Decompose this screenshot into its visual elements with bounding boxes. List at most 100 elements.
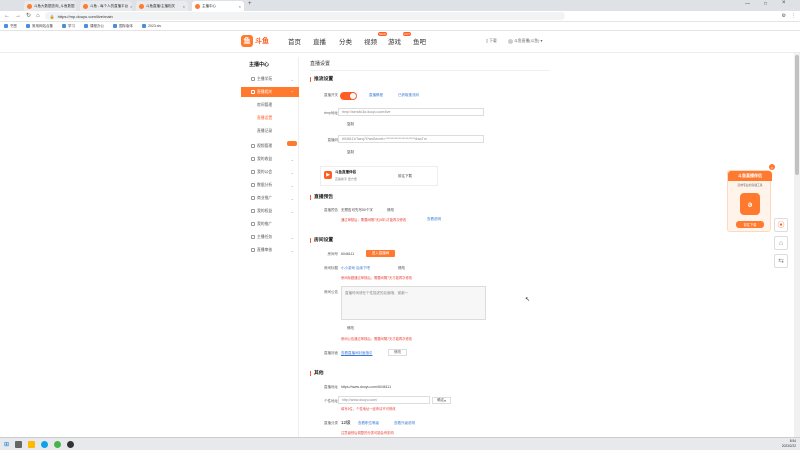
cover-edit-button[interactable]: 修改 bbox=[388, 349, 407, 356]
sidebar-item-guild[interactable]: 我的公会 ⌄ bbox=[241, 167, 299, 177]
maximize-icon[interactable]: □ bbox=[764, 1, 767, 7]
menu-icon[interactable]: ⋮ bbox=[791, 13, 796, 19]
bookmark-item[interactable]: 书签 bbox=[4, 24, 17, 29]
cover-guide-link[interactable]: 查看直播间封面指引 bbox=[341, 351, 373, 356]
site-logo[interactable]: 鱼 斗鱼 bbox=[241, 34, 273, 48]
check-icon bbox=[251, 248, 255, 252]
live-toggle[interactable] bbox=[340, 92, 357, 100]
live-float-icon[interactable]: ⦿ bbox=[774, 218, 788, 232]
chevron-down-icon: ▾ bbox=[540, 39, 543, 43]
nav-game[interactable]: 游戏 HOT bbox=[388, 32, 411, 46]
stream-code-label: 直播码 bbox=[327, 138, 339, 142]
companion-download-button[interactable]: 前往下载 bbox=[398, 174, 412, 179]
sidebar-item-academy[interactable]: 主播学苑 ⌄ bbox=[241, 74, 299, 84]
chat-app-icon[interactable] bbox=[54, 440, 62, 448]
toggle-knob bbox=[350, 93, 356, 99]
nav-home[interactable]: 首页 bbox=[288, 36, 301, 46]
mouse-cursor-icon: ↖ bbox=[525, 297, 531, 303]
notice-rule-link[interactable]: 查看说明 bbox=[427, 217, 441, 222]
taskbar: ⊞ 8:54 2023/2/22 bbox=[0, 437, 800, 450]
browser-tab-active[interactable]: 主播中心 × bbox=[192, 1, 244, 11]
address-bar[interactable]: 🔒 https://mp.douyu.com/live/main bbox=[44, 12, 565, 20]
custom-address-input[interactable]: http://www.douyu.com/ bbox=[338, 396, 430, 404]
companion-ad-banner[interactable]: 斗鱼直播伴侣 高效专业的直播工具 ǝ 前往下载 bbox=[727, 170, 772, 232]
bookmark-item[interactable]: 2023.xls bbox=[142, 24, 161, 28]
logo-text: 斗鱼 bbox=[255, 38, 269, 45]
stream-code-field[interactable]: 6046111rTaeq7t?wsSecret=****************… bbox=[338, 135, 484, 143]
browser-tab-bar: 斗鱼大数据查询_斗鱼数据× 斗鱼 - 每个人的直播平台× 斗鱼直播/主播相关× … bbox=[0, 0, 800, 11]
user-menu[interactable]: 斗鱼直播(斗鱼) ▾ bbox=[508, 38, 542, 44]
home-icon[interactable]: ⌂ bbox=[36, 13, 40, 19]
media-app-icon[interactable] bbox=[67, 440, 75, 448]
sidebar-item-promotion[interactable]: 商业推广 ⌄ bbox=[241, 193, 299, 203]
nav-category[interactable]: 分类 bbox=[339, 36, 352, 46]
bookmark-item[interactable]: 学习 bbox=[62, 24, 75, 29]
room-title-edit-button[interactable]: 修改 bbox=[398, 266, 405, 271]
custom-address-confirm-button[interactable]: 确定 ▾ bbox=[432, 397, 451, 404]
bookmark-item[interactable]: 课程办公 bbox=[84, 24, 104, 29]
sidebar-item-my-promo[interactable]: 我的推广 bbox=[241, 219, 299, 229]
windows-start-icon[interactable]: ⊞ bbox=[4, 441, 9, 448]
folder-icon bbox=[113, 24, 117, 28]
bookmark-item[interactable]: 常用网站合集 bbox=[26, 24, 53, 29]
browser-tab[interactable]: 斗鱼 - 每个人的直播平台 × bbox=[80, 1, 132, 11]
room-notice-edit-button[interactable]: 修改 bbox=[347, 326, 354, 331]
extensions-icon[interactable]: ⚙ bbox=[782, 13, 786, 19]
get-stream-code-link[interactable]: 已获取推流码 bbox=[398, 93, 419, 98]
sidebar-item-review[interactable]: 直播审核 ⌄ bbox=[241, 245, 299, 255]
sidebar-sub-room[interactable]: 房间管理 bbox=[257, 103, 272, 108]
section-notice-heading: 直播预告 bbox=[310, 195, 333, 200]
search-icon[interactable] bbox=[15, 440, 23, 448]
window-close-icon[interactable]: × bbox=[782, 0, 786, 6]
chevron-down-icon: ⌄ bbox=[290, 182, 294, 188]
close-icon[interactable]: × bbox=[183, 4, 185, 9]
sidebar-item-rights[interactable]: 我的权益 ⌄ bbox=[241, 206, 299, 216]
sidebar-sub-live-settings[interactable]: 直播设置 bbox=[257, 116, 272, 121]
rtmp-field[interactable]: rtmp://sendtc3a.douyu.com/live bbox=[338, 108, 484, 116]
nav-live[interactable]: 直播 bbox=[313, 36, 326, 46]
ad-close-icon[interactable]: × bbox=[769, 164, 775, 170]
companion-subtitle: 直播助手 更方便 bbox=[335, 177, 357, 181]
close-icon[interactable]: × bbox=[130, 4, 132, 9]
home-float-icon[interactable]: ⌂ bbox=[774, 236, 788, 250]
copy-code-button[interactable]: 复制 bbox=[347, 150, 354, 155]
shield-icon bbox=[251, 209, 255, 213]
room-title-label: 房间标题 bbox=[324, 266, 338, 270]
ad-download-button[interactable]: 前往下载 bbox=[736, 221, 764, 228]
sidebar-item-tasks[interactable]: 主播任务 ⌄ bbox=[241, 232, 299, 242]
forward-icon[interactable]: → bbox=[15, 13, 21, 19]
bookmark-item[interactable]: 国际版本 bbox=[113, 24, 133, 29]
enter-room-button[interactable]: 进入直播间 bbox=[366, 250, 395, 257]
room-notice-warning: 房间公告通过审核后，需要间隔7天才能再次修改 bbox=[341, 337, 413, 341]
nav-video[interactable]: 视频 NEW bbox=[364, 32, 387, 46]
new-tab-icon[interactable]: + bbox=[248, 1, 252, 7]
cover-label: 直播封面 bbox=[324, 351, 338, 355]
browser-tab[interactable]: 斗鱼直播/主播相关 × bbox=[136, 1, 188, 11]
minimize-icon[interactable]: — bbox=[745, 1, 750, 7]
browser-icon[interactable] bbox=[41, 440, 49, 448]
nav-fishbar[interactable]: 鱼吧 bbox=[413, 36, 426, 46]
back-icon[interactable]: ← bbox=[4, 13, 10, 19]
browser-tab[interactable]: 斗鱼大数据查询_斗鱼数据× bbox=[24, 1, 76, 11]
ad-subtitle: 高效专业的直播工具 bbox=[737, 183, 763, 187]
download-link[interactable]: ▯ 下载 bbox=[486, 38, 497, 44]
system-tray[interactable]: 8:54 2023/2/22 bbox=[782, 439, 796, 449]
room-notice-textarea[interactable]: 直播时间请在个性描述的后面哦，谢谢～ bbox=[341, 286, 486, 320]
sidebar-item-analytics[interactable]: 数据分析 ⌄ bbox=[241, 180, 299, 190]
scrollbar-thumb[interactable] bbox=[795, 55, 799, 175]
sidebar-sub-records[interactable]: 直播记录 bbox=[257, 129, 272, 134]
share-float-icon[interactable]: ⇆ bbox=[774, 254, 788, 268]
level-rank-link[interactable]: 查看职位等级 bbox=[358, 421, 379, 426]
custom-address-label: 个性地址 bbox=[324, 399, 338, 403]
sidebar-item-live[interactable]: 直播相关 ⌃ bbox=[241, 87, 299, 97]
folder-icon[interactable] bbox=[28, 440, 36, 448]
notice-edit-button[interactable]: 修改 bbox=[387, 208, 394, 213]
level-upgrade-link[interactable]: 查看升级说明 bbox=[394, 421, 415, 426]
sidebar-item-income[interactable]: 我的收益 ⌄ bbox=[241, 154, 299, 164]
rtmp-label: rtmp地址 bbox=[324, 111, 338, 115]
reload-icon[interactable]: ↻ bbox=[26, 13, 31, 19]
copy-rtmp-button[interactable]: 复制 bbox=[347, 122, 354, 127]
tutorial-link[interactable]: 直播教程 bbox=[369, 93, 383, 98]
page-title: 直播设置 bbox=[310, 61, 331, 67]
close-icon[interactable]: × bbox=[239, 4, 241, 9]
